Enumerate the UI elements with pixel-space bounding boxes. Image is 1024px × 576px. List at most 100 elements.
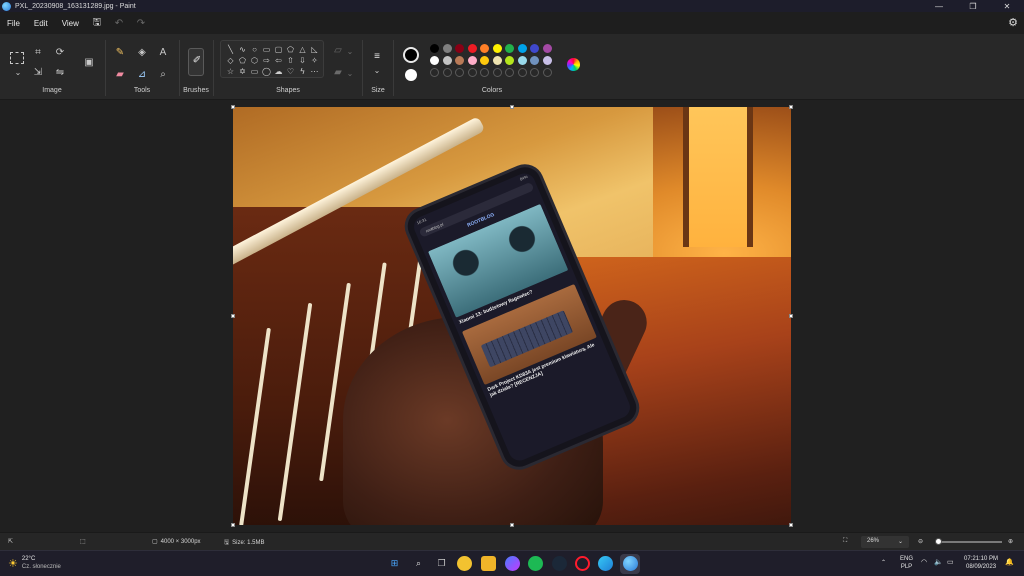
oval-callout-shape-icon[interactable]: ◯ (261, 67, 272, 77)
palette-color-swatch[interactable] (505, 56, 514, 65)
resize-handle-tl[interactable] (231, 105, 235, 109)
volume-icon[interactable]: 🔈 (934, 559, 943, 567)
outline-dropdown-icon[interactable]: ⌄ (344, 47, 356, 57)
palette-color-swatch[interactable] (480, 56, 489, 65)
palette-color-swatch[interactable] (430, 56, 439, 65)
hexagon-shape-icon[interactable]: ⬡ (249, 56, 260, 66)
zoom-out-icon[interactable]: ⊖ (918, 538, 923, 545)
palette-color-swatch[interactable] (455, 44, 464, 53)
battery-icon[interactable]: ▭ (947, 559, 954, 567)
start-menu-icon[interactable]: ⊞ (387, 556, 402, 571)
weather-widget[interactable]: ☀ 22°C Cz. słonecznie (8, 555, 61, 571)
resize-handle-right[interactable] (789, 314, 793, 318)
custom-color-slot[interactable] (517, 68, 527, 77)
palette-color-swatch[interactable] (505, 44, 514, 53)
line-shape-icon[interactable]: ╲ (225, 45, 236, 55)
menu-edit[interactable]: Edit (27, 19, 55, 28)
wifi-icon[interactable]: ◠ (921, 559, 927, 567)
resize-icon[interactable]: ⇲ (32, 68, 44, 78)
outline-icon[interactable]: ▱ (332, 46, 344, 56)
custom-color-slot[interactable] (455, 68, 464, 77)
rect-callout-shape-icon[interactable]: ▭ (249, 67, 260, 77)
maximize-button[interactable]: ❐ (956, 0, 990, 12)
color-picker-icon[interactable]: ⊿ (136, 70, 148, 80)
size-dropdown-icon[interactable]: ⌄ (371, 66, 383, 76)
redo-icon[interactable]: ↷ (130, 18, 152, 29)
custom-color-slot[interactable] (480, 68, 489, 77)
four-point-star-shape-icon[interactable]: ✧ (309, 56, 320, 66)
menu-view[interactable]: View (55, 19, 86, 28)
primary-color-swatch[interactable] (403, 47, 419, 63)
custom-color-slot[interactable] (467, 68, 477, 77)
cloud-callout-shape-icon[interactable]: ☁ (273, 67, 284, 77)
fill-dropdown-icon[interactable]: ⌄ (344, 69, 356, 79)
curve-shape-icon[interactable]: ∿ (237, 45, 248, 55)
custom-color-slot[interactable] (542, 68, 552, 77)
polygon-shape-icon[interactable]: ⬠ (285, 45, 296, 55)
save-icon[interactable]: 🖫 (86, 15, 108, 32)
lightning-shape-icon[interactable]: ϟ (297, 67, 308, 77)
resize-handle-left[interactable] (231, 314, 235, 318)
left-arrow-shape-icon[interactable]: ⇦ (273, 56, 284, 66)
pencil-icon[interactable]: ✎ (114, 48, 126, 58)
palette-color-swatch[interactable] (517, 56, 527, 65)
secondary-color-swatch[interactable] (405, 69, 417, 81)
more-shapes-icon[interactable]: ⋯ (309, 67, 320, 77)
zoom-level-dropdown[interactable]: 26% ⌄ (861, 536, 909, 548)
pentagon-shape-icon[interactable]: ⬠ (237, 56, 248, 66)
palette-color-swatch[interactable] (517, 44, 527, 53)
palette-color-swatch[interactable] (542, 44, 552, 53)
file-explorer-icon[interactable] (481, 556, 496, 571)
diamond-shape-icon[interactable]: ◇ (225, 56, 236, 66)
zoom-slider-track[interactable] (936, 541, 1002, 543)
task-view-icon[interactable]: ❐ (434, 556, 449, 571)
image-properties-icon[interactable]: ▣ (83, 58, 95, 68)
palette-color-swatch[interactable] (492, 56, 502, 65)
close-button[interactable]: ✕ (990, 0, 1024, 12)
spotify-icon[interactable] (528, 556, 543, 571)
resize-handle-tr[interactable] (789, 105, 793, 109)
palette-color-swatch[interactable] (530, 56, 539, 65)
rectangle-shape-icon[interactable]: ▭ (261, 45, 272, 55)
magnifier-icon[interactable]: ⌕ (157, 70, 169, 80)
custom-color-slot[interactable] (430, 68, 439, 77)
rounded-rect-shape-icon[interactable]: ▢ (273, 45, 284, 55)
chevron-up-icon[interactable]: ⌃ (881, 559, 886, 567)
palette-color-swatch[interactable] (430, 44, 439, 53)
right-triangle-shape-icon[interactable]: ◺ (309, 45, 320, 55)
resize-handle-br[interactable] (789, 523, 793, 527)
palette-color-swatch[interactable] (455, 56, 464, 65)
select-icon[interactable] (10, 52, 24, 64)
edge-icon[interactable] (598, 556, 613, 571)
select-dropdown-icon[interactable]: ⌄ (12, 68, 24, 78)
custom-color-slot[interactable] (505, 68, 514, 77)
resize-handle-bl[interactable] (231, 523, 235, 527)
text-icon[interactable]: A (157, 48, 169, 58)
palette-color-swatch[interactable] (530, 44, 539, 53)
resize-handle-top[interactable] (510, 105, 514, 109)
brush-button[interactable]: ✐ (188, 48, 204, 76)
zoom-slider-thumb[interactable] (935, 538, 942, 545)
six-point-star-shape-icon[interactable]: ✡ (237, 67, 248, 77)
flip-icon[interactable]: ⇋ (54, 68, 66, 78)
crop-icon[interactable]: ⌗ (32, 48, 44, 58)
palette-color-swatch[interactable] (442, 44, 452, 53)
custom-color-slot[interactable] (442, 68, 452, 77)
custom-color-slot[interactable] (530, 68, 539, 77)
custom-color-slot[interactable] (492, 68, 502, 77)
opera-icon[interactable] (575, 556, 590, 571)
rotate-icon[interactable]: ⟳ (54, 48, 66, 58)
down-arrow-shape-icon[interactable]: ⇩ (297, 56, 308, 66)
edit-colors-icon[interactable] (567, 58, 580, 71)
zoom-in-icon[interactable]: ⊕ (1008, 538, 1013, 545)
clock[interactable]: 07:21:10 PM 08/09/2023 (964, 555, 998, 571)
heart-shape-icon[interactable]: ♡ (285, 67, 296, 77)
palette-color-swatch[interactable] (542, 56, 552, 65)
stroke-size-icon[interactable]: ≡ (371, 52, 383, 62)
palette-color-swatch[interactable] (480, 44, 489, 53)
fit-to-window-icon[interactable]: ⛶ (843, 538, 847, 545)
minimize-button[interactable]: — (922, 0, 956, 12)
palette-color-swatch[interactable] (492, 44, 502, 53)
palette-color-swatch[interactable] (467, 44, 477, 53)
menu-file[interactable]: File (0, 19, 27, 28)
